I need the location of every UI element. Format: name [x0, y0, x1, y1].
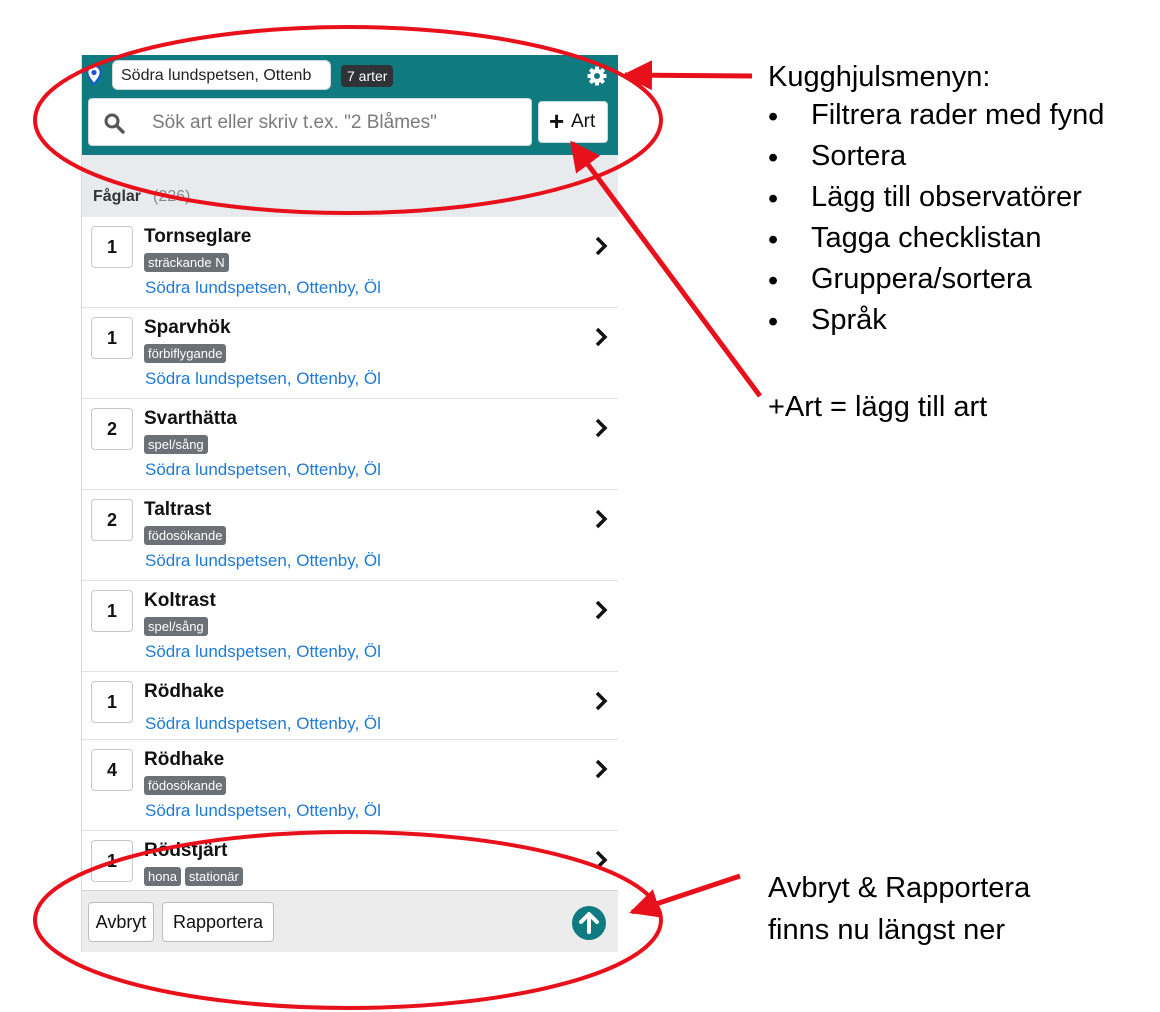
table-row[interactable]: 2 Taltrast födosökande Södra lundspetsen… [82, 490, 618, 581]
group-name: Fåglar [93, 188, 142, 205]
quantity-box[interactable]: 2 [91, 499, 133, 541]
search-icon [104, 113, 125, 134]
table-row[interactable]: 1 Sparvhök förbiflygande Södra lundspets… [82, 308, 618, 399]
row-location-link[interactable]: Södra lundspetsen, Ottenby, Öl [145, 801, 381, 821]
table-row[interactable]: 1 Tornseglare sträckande N Södra lundspe… [82, 217, 618, 308]
activity-tag: stationär [184, 867, 243, 886]
chevron-right-icon[interactable] [594, 849, 608, 871]
chevron-right-icon[interactable] [594, 758, 608, 780]
row-location-link[interactable]: Södra lundspetsen, Ottenby, Öl [145, 714, 381, 734]
activity-tag: spel/sång [144, 435, 208, 454]
chevron-right-icon[interactable] [594, 235, 608, 257]
sex-tag: hona [144, 867, 181, 886]
quantity-box[interactable]: 4 [91, 749, 133, 791]
group-header[interactable]: Fåglar (226) [82, 155, 618, 217]
species-search-field[interactable]: Sök art eller skriv t.ex. "2 Blåmes" [88, 98, 532, 146]
species-name: Svarthätta [144, 408, 237, 429]
chevron-right-icon[interactable] [594, 326, 608, 348]
table-row[interactable]: 1 Koltrast spel/sång Södra lundspetsen, … [82, 581, 618, 672]
quantity-box[interactable]: 1 [91, 226, 133, 268]
table-row[interactable]: 1 Rödhake Södra lundspetsen, Ottenby, Öl [82, 672, 618, 740]
species-name: Sparvhök [144, 317, 231, 338]
add-art-note: +Art = lägg till art [768, 391, 988, 423]
checklist-app: Södra lundspetsen, Ottenb 7 arter Sök ar… [81, 55, 618, 952]
gear-menu-arrow [622, 60, 753, 91]
species-name: Rödstjärt [144, 840, 228, 861]
chevron-right-icon[interactable] [594, 417, 608, 439]
chevron-right-icon[interactable] [594, 508, 608, 530]
quantity-box[interactable]: 2 [91, 408, 133, 450]
activity-tag: födosökande [144, 776, 227, 795]
table-row[interactable]: 2 Svarthätta spel/sång Södra lundspetsen… [82, 399, 618, 490]
bottom-note-line2: finns nu längst ner [768, 914, 1005, 946]
quantity-box[interactable]: 1 [91, 590, 133, 632]
arrow-up-circle-icon[interactable] [572, 906, 606, 940]
row-location-link[interactable]: Södra lundspetsen, Ottenby, Öl [145, 369, 381, 389]
quantity-box[interactable]: 1 [91, 681, 133, 723]
activity-tag: sträckande N [144, 253, 229, 272]
gear-icon[interactable] [587, 66, 607, 86]
row-location-link[interactable]: Södra lundspetsen, Ottenby, Öl [145, 460, 381, 480]
chevron-right-icon[interactable] [594, 599, 608, 621]
quantity-box[interactable]: 1 [91, 317, 133, 359]
row-location-link[interactable]: Södra lundspetsen, Ottenby, Öl [145, 551, 381, 571]
chevron-right-icon[interactable] [594, 690, 608, 712]
species-name: Rödhake [144, 681, 225, 702]
search-placeholder: Sök art eller skriv t.ex. "2 Blåmes" [152, 112, 437, 133]
cancel-button[interactable]: Avbryt [88, 902, 154, 942]
report-button[interactable]: Rapportera [162, 902, 274, 942]
add-species-label: Art [571, 111, 596, 132]
bottom-note-line1: Avbryt & Rapportera [768, 872, 1031, 904]
activity-tag: förbiflygande [144, 344, 227, 363]
species-name: Koltrast [144, 590, 216, 611]
species-count-badge: 7 arter [341, 65, 394, 87]
gear-menu-title: Kugghjulsmenyn: [768, 61, 991, 93]
activity-tag: spel/sång [144, 617, 208, 636]
row-location-link[interactable]: Södra lundspetsen, Ottenby, Öl [145, 278, 381, 298]
bottom-bar: Avbryt Rapportera [82, 890, 618, 952]
species-name: Rödhake [144, 749, 225, 770]
table-row[interactable]: 4 Rödhake födosökande Södra lundspetsen,… [82, 740, 618, 831]
quantity-box[interactable]: 1 [91, 840, 133, 882]
plus-icon: + [549, 106, 565, 136]
top-bar: Södra lundspetsen, Ottenb 7 arter Sök ar… [82, 55, 618, 155]
activity-tag: födosökande [144, 526, 227, 545]
species-name: Taltrast [144, 499, 212, 520]
group-count: (226) [153, 188, 191, 205]
location-pin-icon[interactable] [86, 65, 102, 85]
species-name: Tornseglare [144, 226, 252, 247]
bottom-buttons-arrow [629, 873, 741, 918]
location-input[interactable]: Södra lundspetsen, Ottenb [112, 60, 331, 90]
row-location-link[interactable]: Södra lundspetsen, Ottenby, Öl [145, 642, 381, 662]
add-species-button[interactable]: + Art [538, 101, 608, 143]
